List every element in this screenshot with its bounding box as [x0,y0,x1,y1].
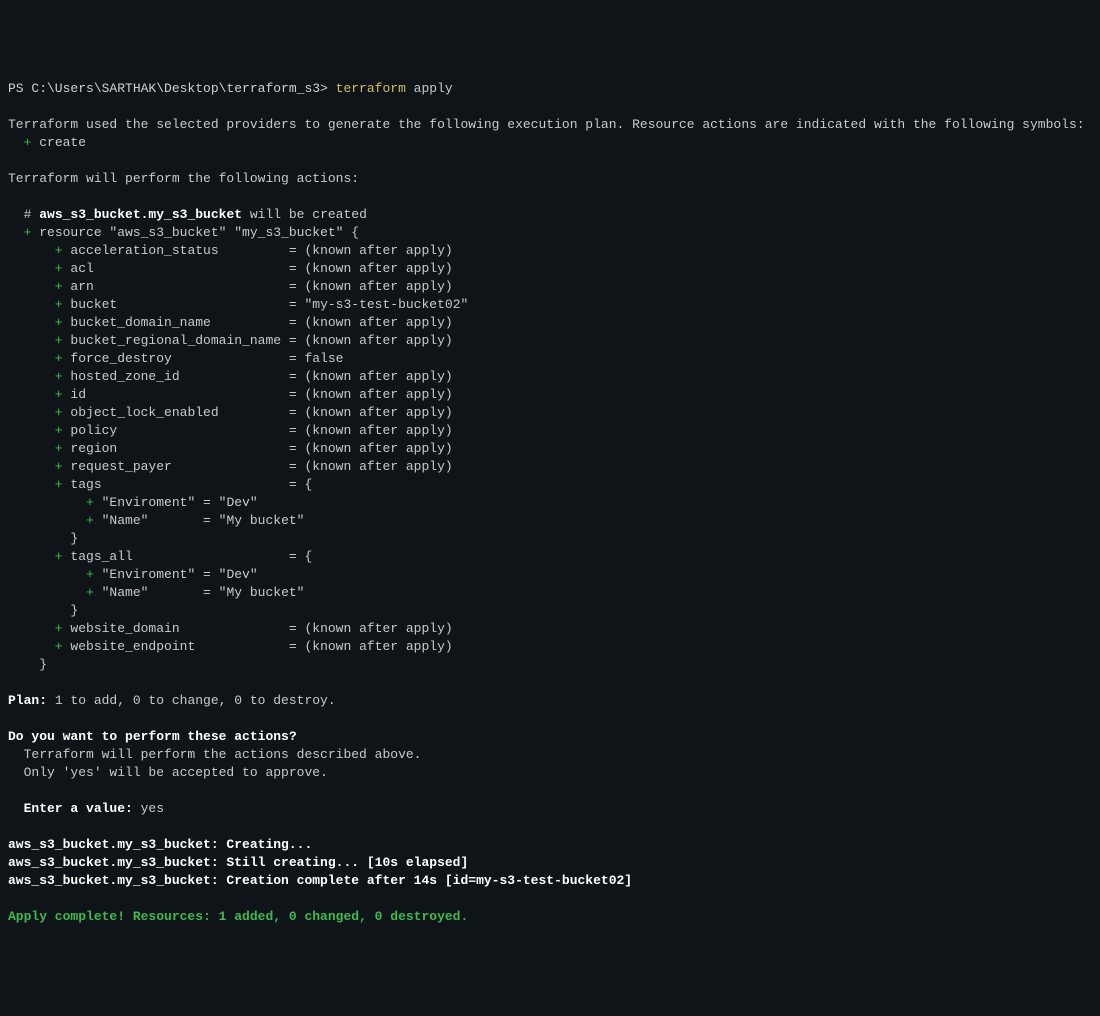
attr-row: + id = (known after apply) [8,387,453,402]
progress-creating: aws_s3_bucket.my_s3_bucket: Creating... [8,837,312,852]
prompt-line[interactable]: PS C:\Users\SARTHAK\Desktop\terraform_s3… [8,81,453,96]
tags-open: + tags = { [8,477,312,492]
tag-row: + "Name" = "My bucket" [8,585,304,600]
attr-row: + acl = (known after apply) [8,261,453,276]
terminal-output: PS C:\Users\SARTHAK\Desktop\terraform_s3… [8,80,1092,926]
enter-value-label: Enter a value: [8,801,141,816]
create-plus: + [8,135,39,150]
attr-row: + bucket = "my-s3-test-bucket02" [8,297,468,312]
attr-row: + website_domain = (known after apply) [8,621,453,636]
command-arg: apply [406,81,453,96]
resource-comment: # aws_s3_bucket.my_s3_bucket will be cre… [8,207,367,222]
attr-row: + bucket_regional_domain_name = (known a… [8,333,453,348]
intro-text: Terraform used the selected providers to… [8,117,1085,132]
attr-row: + force_destroy = false [8,351,343,366]
attr-row: + acceleration_status = (known after app… [8,243,453,258]
prompt-path: PS C:\Users\SARTHAK\Desktop\terraform_s3… [8,81,336,96]
will-perform: Terraform will perform the following act… [8,171,359,186]
confirm-question: Do you want to perform these actions? [8,729,297,744]
attr-row: + policy = (known after apply) [8,423,453,438]
attr-row: + arn = (known after apply) [8,279,453,294]
confirm-desc-1: Terraform will perform the actions descr… [8,747,421,762]
enter-value-input[interactable]: yes [141,801,164,816]
tag-row: + "Enviroment" = "Dev" [8,567,258,582]
attr-row: + request_payer = (known after apply) [8,459,453,474]
create-label: create [39,135,86,150]
tag-row: + "Name" = "My bucket" [8,513,304,528]
tagsall-close: } [8,603,78,618]
command-name: terraform [336,81,406,96]
attr-row: + hosted_zone_id = (known after apply) [8,369,453,384]
tags-close: } [8,531,78,546]
tag-row: + "Enviroment" = "Dev" [8,495,258,510]
enter-value-line[interactable]: Enter a value: yes [8,801,164,816]
tagsall-open: + tags_all = { [8,549,312,564]
resource-decl: + resource "aws_s3_bucket" "my_s3_bucket… [8,225,359,240]
apply-complete: Apply complete! Resources: 1 added, 0 ch… [8,909,468,924]
confirm-desc-2: Only 'yes' will be accepted to approve. [8,765,328,780]
attr-row: + object_lock_enabled = (known after app… [8,405,453,420]
attr-row: + website_endpoint = (known after apply) [8,639,453,654]
plan-line: Plan: 1 to add, 0 to change, 0 to destro… [8,693,336,708]
attr-row: + bucket_domain_name = (known after appl… [8,315,453,330]
progress-still-creating: aws_s3_bucket.my_s3_bucket: Still creati… [8,855,468,870]
progress-complete: aws_s3_bucket.my_s3_bucket: Creation com… [8,873,632,888]
attr-row: + region = (known after apply) [8,441,453,456]
resource-close: } [8,657,47,672]
